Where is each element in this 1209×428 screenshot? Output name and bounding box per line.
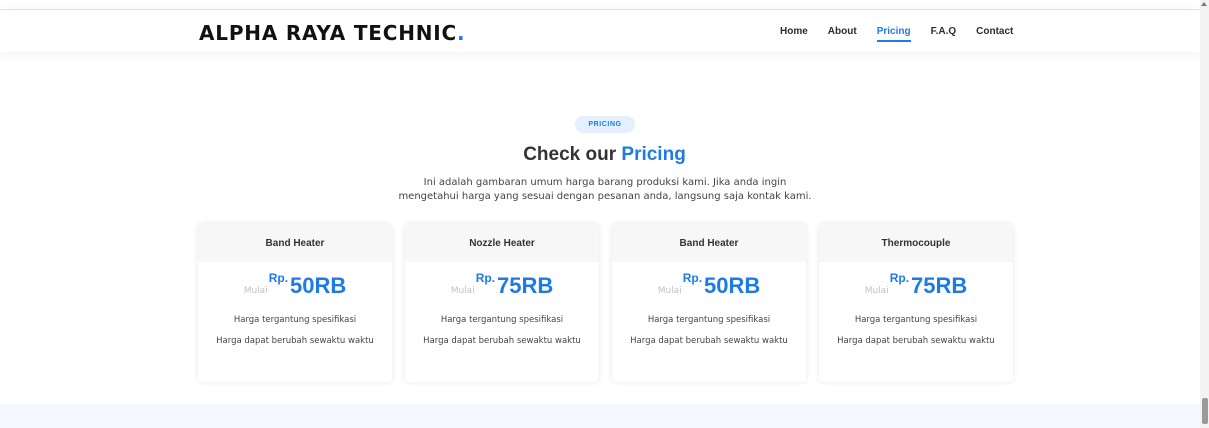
price-amount: 50RB — [704, 273, 761, 298]
card-note-change: Harga dapat berubah sewaktu waktu — [630, 336, 788, 346]
card-note-change: Harga dapat berubah sewaktu waktu — [423, 336, 581, 346]
price-currency: Rp. — [475, 271, 496, 285]
page-scrollbar[interactable] — [1200, 0, 1209, 428]
logo-dot: . — [457, 21, 466, 45]
card-price: MulaiRp.50RB — [612, 271, 806, 315]
next-section-band — [0, 404, 1200, 428]
pricing-card: Band Heater MulaiRp.50RB Harga tergantun… — [198, 224, 392, 382]
section-subtitle: Ini adalah gambaran umum harga barang pr… — [398, 177, 812, 202]
section-title: Check our Pricing — [0, 144, 1209, 166]
card-price: MulaiRp.75RB — [819, 271, 1013, 315]
price-prefix: Mulai — [450, 286, 475, 296]
price-prefix: Mulai — [864, 286, 889, 296]
main-nav: Home About Pricing F.A.Q Contact — [780, 26, 1033, 42]
nav-contact[interactable]: Contact — [976, 26, 1013, 42]
card-note-spec: Harga tergantung spesifikasi — [854, 315, 978, 325]
nav-home[interactable]: Home — [780, 26, 808, 42]
card-note-spec: Harga tergantung spesifikasi — [440, 315, 564, 325]
pricing-card: Thermocouple MulaiRp.75RB Harga tergantu… — [819, 224, 1013, 382]
price-currency: Rp. — [268, 271, 289, 285]
card-note-spec: Harga tergantung spesifikasi — [647, 315, 771, 325]
title-highlight: Pricing — [621, 144, 686, 165]
card-note-change: Harga dapat berubah sewaktu waktu — [837, 336, 995, 346]
price-amount: 50RB — [290, 273, 347, 298]
price-currency: Rp. — [682, 271, 703, 285]
pricing-cards: Band Heater MulaiRp.50RB Harga tergantun… — [198, 224, 1013, 382]
price-amount: 75RB — [911, 273, 968, 298]
section-badge: PRICING — [575, 116, 635, 133]
card-note-spec: Harga tergantung spesifikasi — [233, 315, 357, 325]
title-part1: Check our — [523, 144, 617, 165]
card-title: Band Heater — [198, 224, 392, 262]
price-prefix: Mulai — [657, 286, 682, 296]
price-amount: 75RB — [497, 273, 554, 298]
pricing-card: Band Heater MulaiRp.50RB Harga tergantun… — [612, 224, 806, 382]
site-header: ALPHA RAYA TECHNIC. Home About Pricing F… — [0, 10, 1200, 52]
scroll-up-arrow-icon[interactable] — [1201, 2, 1207, 6]
card-price: MulaiRp.50RB — [198, 271, 392, 315]
card-title: Thermocouple — [819, 224, 1013, 262]
card-price: MulaiRp.75RB — [405, 271, 599, 315]
card-note-change: Harga dapat berubah sewaktu waktu — [216, 336, 374, 346]
card-title: Band Heater — [612, 224, 806, 262]
browser-top-edge — [0, 0, 1209, 10]
site-logo[interactable]: ALPHA RAYA TECHNIC. — [199, 21, 465, 45]
logo-text: ALPHA RAYA TECHNIC — [199, 21, 458, 45]
card-title: Nozzle Heater — [405, 224, 599, 262]
nav-pricing[interactable]: Pricing — [876, 26, 911, 42]
scroll-thumb[interactable] — [1202, 398, 1208, 424]
price-currency: Rp. — [889, 271, 910, 285]
nav-faq[interactable]: F.A.Q — [931, 26, 957, 42]
pricing-card: Nozzle Heater MulaiRp.75RB Harga tergant… — [405, 224, 599, 382]
nav-about[interactable]: About — [828, 26, 857, 42]
price-prefix: Mulai — [243, 286, 268, 296]
